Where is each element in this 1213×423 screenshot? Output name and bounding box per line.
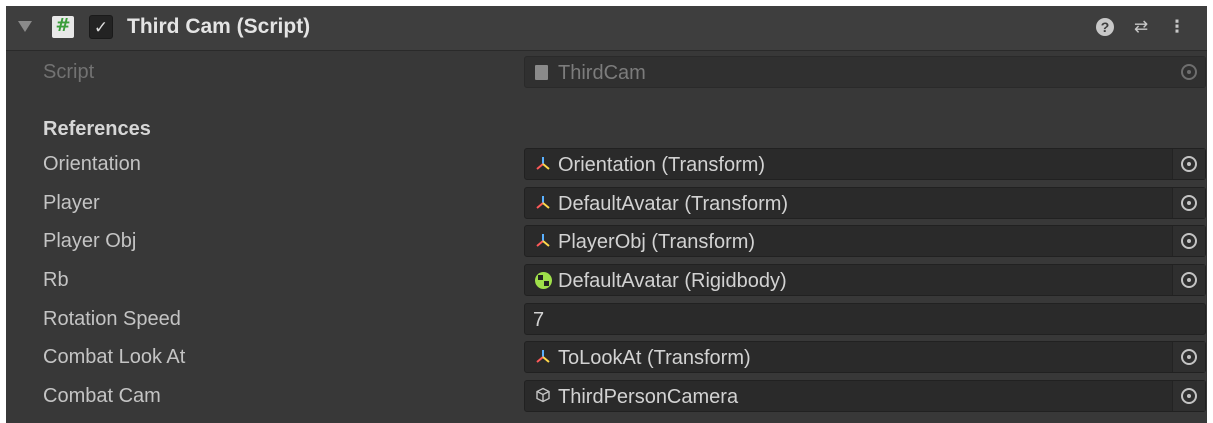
field-value: Orientation (Transform) (558, 154, 766, 176)
player-object-field[interactable]: DefaultAvatar (Transform) (524, 187, 1206, 219)
script-row: Script ThirdCam (6, 55, 1207, 91)
field-row-rb: Rb DefaultAvatar (Rigidbody) (6, 263, 1207, 299)
field-row-combat-cam: Combat Cam ThirdPersonCamera (6, 379, 1207, 415)
csharp-script-icon: # (52, 15, 74, 38)
foldout-triangle-icon[interactable] (18, 21, 32, 32)
script-value: ThirdCam (558, 62, 646, 84)
field-row-player-obj: Player Obj PlayerObj (Transform) (6, 224, 1207, 260)
rigidbody-icon (533, 271, 553, 291)
gameobject-icon (533, 387, 553, 407)
field-label: Combat Look At (43, 346, 186, 368)
object-picker-icon[interactable] (1172, 149, 1205, 179)
object-picker-icon[interactable] (1172, 188, 1205, 218)
object-picker-icon[interactable] (1172, 226, 1205, 256)
transform-icon (533, 348, 553, 368)
field-value: DefaultAvatar (Transform) (558, 193, 789, 215)
field-row-rotation-speed: Rotation Speed 7 (6, 302, 1207, 338)
component-header[interactable]: # ✓ Third Cam (Script) ? ⇄ ⋮ (6, 6, 1207, 51)
field-row-combat-look-at: Combat Look At ToLookAt (Transform) (6, 340, 1207, 376)
field-label: Rb (43, 269, 69, 291)
transform-icon (533, 155, 553, 175)
field-row-player: Player DefaultAvatar (Transform) (6, 186, 1207, 222)
rb-object-field[interactable]: DefaultAvatar (Rigidbody) (524, 264, 1206, 296)
script-label: Script (43, 61, 95, 83)
combat-cam-object-field[interactable]: ThirdPersonCamera (524, 380, 1206, 412)
field-label: Player (43, 192, 100, 214)
field-value: DefaultAvatar (Rigidbody) (558, 270, 787, 292)
inspector-component-panel: # ✓ Third Cam (Script) ? ⇄ ⋮ Script Thir… (6, 6, 1207, 423)
rotation-speed-input[interactable]: 7 (524, 303, 1206, 335)
field-value: PlayerObj (Transform) (558, 231, 756, 253)
field-label: Orientation (43, 153, 141, 175)
field-label: Rotation Speed (43, 308, 181, 330)
presets-icon[interactable]: ⇄ (1130, 16, 1152, 38)
field-row-orientation: Orientation Orientation (Transform) (6, 147, 1207, 183)
field-value: ToLookAt (Transform) (558, 347, 751, 369)
object-picker-icon (1173, 57, 1205, 87)
transform-icon (533, 194, 553, 214)
context-menu-icon[interactable]: ⋮ (1166, 16, 1188, 38)
object-picker-icon[interactable] (1172, 342, 1205, 372)
transform-icon (533, 232, 553, 252)
object-picker-icon[interactable] (1172, 265, 1205, 295)
object-picker-icon[interactable] (1172, 381, 1205, 411)
help-icon[interactable]: ? (1094, 16, 1116, 38)
field-label: Player Obj (43, 230, 137, 252)
combat-look-at-object-field[interactable]: ToLookAt (Transform) (524, 341, 1206, 373)
player-obj-object-field[interactable]: PlayerObj (Transform) (524, 225, 1206, 257)
orientation-object-field[interactable]: Orientation (Transform) (524, 148, 1206, 180)
script-object-field: ThirdCam (524, 56, 1206, 88)
component-title: Third Cam (Script) (127, 15, 311, 38)
field-label: Combat Cam (43, 385, 161, 407)
script-file-icon (535, 65, 548, 80)
field-value: ThirdPersonCamera (558, 386, 739, 408)
field-value: 7 (533, 309, 545, 331)
references-header: References (43, 118, 151, 140)
component-enabled-checkbox[interactable]: ✓ (89, 15, 113, 39)
